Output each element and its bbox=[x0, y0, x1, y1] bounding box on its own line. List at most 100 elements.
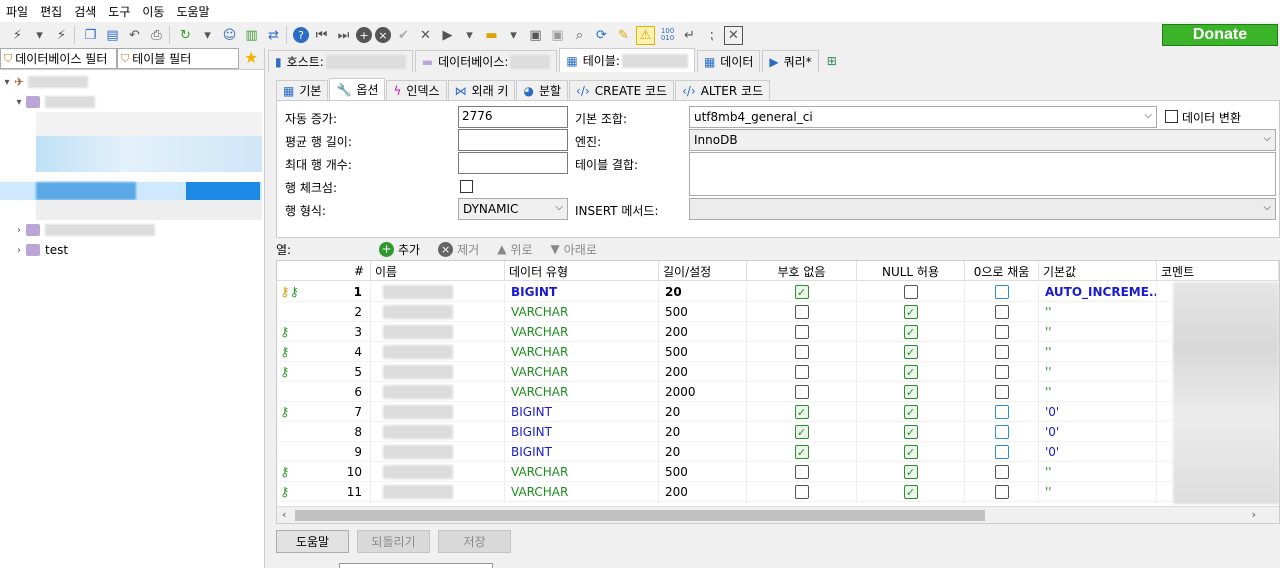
datatype-cell[interactable]: BIGINT bbox=[505, 282, 659, 302]
length-cell[interactable]: 500 bbox=[659, 302, 747, 322]
tree-selected-table[interactable] bbox=[0, 182, 262, 200]
header-zerofill[interactable]: 0으로 채움 bbox=[965, 261, 1039, 281]
length-cell[interactable]: 20 bbox=[659, 422, 747, 442]
horizontal-scrollbar[interactable]: ‹ › bbox=[277, 506, 1279, 523]
unsigned-checkbox[interactable] bbox=[794, 305, 809, 319]
run-icon[interactable]: ▶ bbox=[438, 26, 457, 45]
tab-host[interactable]: ▮ 호스트: bbox=[268, 50, 413, 72]
collapse-caret-icon[interactable]: ▾ bbox=[12, 97, 26, 108]
name-cell[interactable] bbox=[371, 282, 505, 302]
default-cell[interactable]: AUTO_INCREME... bbox=[1039, 282, 1157, 302]
table-row[interactable]: ⚷ 10 VARCHAR 500 ✓ '' bbox=[277, 462, 1279, 482]
name-cell[interactable] bbox=[371, 302, 505, 322]
unsigned-checkbox[interactable]: ✓ bbox=[794, 285, 809, 299]
database-filter-input[interactable]: ⛉ 데이터베이스 필터 bbox=[0, 48, 117, 69]
find-icon[interactable]: ⌕ bbox=[570, 26, 589, 45]
unsigned-checkbox[interactable]: ✓ bbox=[794, 405, 809, 419]
name-cell[interactable] bbox=[371, 342, 505, 362]
default-cell[interactable]: '' bbox=[1039, 302, 1157, 322]
table-row[interactable]: ⚷ 4 VARCHAR 500 ✓ '' bbox=[277, 342, 1279, 362]
tab-table[interactable]: ▦ 테이블: bbox=[559, 48, 695, 72]
name-cell[interactable] bbox=[371, 422, 505, 442]
datatype-cell[interactable]: BIGINT bbox=[505, 402, 659, 422]
subtab-basic[interactable]: ▦ 기본 bbox=[276, 80, 329, 100]
table-filter-input[interactable]: ⛉ 테이블 필터 bbox=[117, 48, 239, 69]
length-cell[interactable]: 20 bbox=[659, 442, 747, 462]
subtab-indexes[interactable]: ϟ 인덱스 bbox=[386, 80, 447, 100]
binary-icon[interactable]: 100 010 bbox=[658, 26, 677, 45]
save-alt-icon[interactable]: ▣ bbox=[548, 26, 567, 45]
unsigned-checkbox[interactable] bbox=[794, 365, 809, 379]
name-cell[interactable] bbox=[371, 462, 505, 482]
undo-icon[interactable]: ↶ bbox=[125, 26, 144, 45]
default-cell[interactable]: '0' bbox=[1039, 442, 1157, 462]
length-cell[interactable]: 200 bbox=[659, 322, 747, 342]
discard-button[interactable]: 되돌리기 bbox=[357, 530, 430, 553]
table-row[interactable]: ⚷⚷ 1 BIGINT 20 ✓ AUTO_INCREME... bbox=[277, 282, 1279, 302]
table-row[interactable]: ⚷ 7 BIGINT 20 ✓ ✓ '0' bbox=[277, 402, 1279, 422]
name-cell[interactable] bbox=[371, 382, 505, 402]
dropdown-icon[interactable]: ▾ bbox=[30, 26, 49, 45]
datatype-cell[interactable]: VARCHAR bbox=[505, 382, 659, 402]
default-cell[interactable]: '0' bbox=[1039, 402, 1157, 422]
move-down-button[interactable]: ▼ 아래로 bbox=[551, 241, 597, 258]
nullable-checkbox[interactable]: ✓ bbox=[903, 445, 918, 459]
nullable-checkbox[interactable]: ✓ bbox=[903, 345, 918, 359]
default-cell[interactable]: '' bbox=[1039, 482, 1157, 502]
header-datatype[interactable]: 데이터 유형 bbox=[505, 261, 659, 281]
zerofill-checkbox[interactable] bbox=[994, 385, 1009, 399]
zerofill-checkbox[interactable] bbox=[994, 365, 1009, 379]
broom-icon[interactable]: ✎ bbox=[614, 26, 633, 45]
header-unsigned[interactable]: 부호 없음 bbox=[747, 261, 857, 281]
menu-tools[interactable]: 도구 bbox=[102, 3, 136, 20]
row-number-cell[interactable]: 8 bbox=[277, 422, 371, 442]
menu-go[interactable]: 이동 bbox=[136, 3, 170, 20]
length-cell[interactable]: 20 bbox=[659, 402, 747, 422]
zerofill-checkbox[interactable] bbox=[994, 285, 1009, 299]
table-row[interactable]: 2 VARCHAR 500 ✓ '' bbox=[277, 302, 1279, 322]
tree-root-session[interactable]: ▾ ✈ bbox=[0, 72, 264, 92]
print-icon[interactable]: ⎙ bbox=[147, 26, 166, 45]
warning-icon[interactable]: ⚠ bbox=[636, 25, 655, 45]
expand-caret-icon[interactable]: › bbox=[12, 225, 26, 236]
zerofill-checkbox[interactable] bbox=[994, 445, 1009, 459]
menu-help[interactable]: 도움말 bbox=[170, 3, 215, 20]
sync-icon[interactable]: ⇄ bbox=[264, 26, 283, 45]
engine-select[interactable]: InnoDB ⌵ bbox=[689, 129, 1276, 151]
tree-database-test[interactable]: › test bbox=[0, 240, 264, 260]
unsigned-checkbox[interactable] bbox=[794, 465, 809, 479]
row-number-cell[interactable]: 9 bbox=[277, 442, 371, 462]
nullable-checkbox[interactable]: ✓ bbox=[903, 305, 918, 319]
subtab-create-code[interactable]: ‹/› CREATE 코드 bbox=[569, 80, 675, 100]
nullable-checkbox[interactable]: ✓ bbox=[903, 385, 918, 399]
length-cell[interactable]: 20 bbox=[659, 282, 747, 302]
default-cell[interactable]: '0' bbox=[1039, 422, 1157, 442]
zerofill-checkbox[interactable] bbox=[994, 325, 1009, 339]
row-number-cell[interactable]: 2 bbox=[277, 302, 371, 322]
subtab-alter-code[interactable]: ‹/› ALTER 코드 bbox=[675, 80, 771, 100]
last-icon[interactable]: ⏭ bbox=[334, 26, 353, 45]
zerofill-checkbox[interactable] bbox=[994, 425, 1009, 439]
collation-select[interactable]: utf8mb4_general_ci ⌵ bbox=[689, 106, 1157, 128]
first-icon[interactable]: ⏮ bbox=[312, 26, 331, 45]
default-cell[interactable]: '' bbox=[1039, 362, 1157, 382]
row-number-cell[interactable]: ⚷ 7 bbox=[277, 402, 371, 422]
datatype-cell[interactable]: VARCHAR bbox=[505, 462, 659, 482]
disconnect-icon[interactable]: ⚡ bbox=[52, 26, 71, 45]
favorite-star-icon[interactable]: ★ bbox=[244, 48, 258, 69]
zerofill-checkbox[interactable] bbox=[994, 345, 1009, 359]
unsigned-checkbox[interactable] bbox=[794, 345, 809, 359]
name-cell[interactable] bbox=[371, 442, 505, 462]
new-query-tab-button[interactable]: ⊞ bbox=[821, 50, 843, 72]
table-row[interactable]: 9 BIGINT 20 ✓ ✓ '0' bbox=[277, 442, 1279, 462]
name-cell[interactable] bbox=[371, 362, 505, 382]
length-cell[interactable]: 2000 bbox=[659, 382, 747, 402]
row-number-cell[interactable]: ⚷ 10 bbox=[277, 462, 371, 482]
move-up-button[interactable]: ▲ 위로 bbox=[497, 241, 532, 258]
reformat-icon[interactable]: ⟳ bbox=[592, 26, 611, 45]
row-number-cell[interactable]: ⚷⚷ 1 bbox=[277, 282, 371, 302]
dropdown-icon[interactable]: ▾ bbox=[504, 26, 523, 45]
avg-row-length-input[interactable] bbox=[458, 129, 568, 151]
scroll-left-icon[interactable]: ‹ bbox=[282, 508, 286, 521]
zerofill-checkbox[interactable] bbox=[994, 405, 1009, 419]
